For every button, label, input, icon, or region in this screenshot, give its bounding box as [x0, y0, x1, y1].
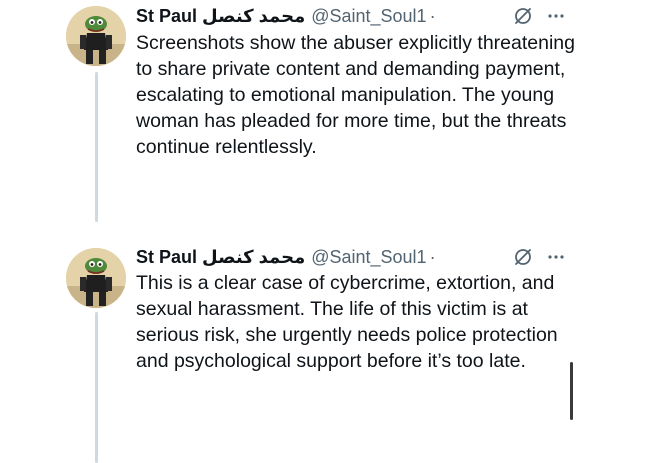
separator-dot: ·	[429, 247, 436, 267]
more-icon[interactable]	[546, 247, 566, 267]
no-sign-icon[interactable]	[512, 5, 534, 27]
display-name[interactable]: St Paul محمد كنصل	[136, 244, 305, 270]
handle[interactable]: @Saint_Soul1	[311, 3, 426, 29]
display-name[interactable]: St Paul محمد كنصل	[136, 3, 305, 29]
tweet-header: St Paul محمد كنصل @Saint_Soul1 ·	[136, 244, 436, 270]
more-icon[interactable]	[546, 6, 566, 26]
tweet[interactable]: St Paul محمد كنصل @Saint_Soul1 · Screens…	[0, 0, 663, 220]
avatar[interactable]	[66, 248, 126, 308]
handle[interactable]: @Saint_Soul1	[311, 244, 426, 270]
tweet[interactable]: St Paul محمد كنصل @Saint_Soul1 · This is…	[0, 240, 663, 463]
scrollbar-thumb[interactable]	[570, 362, 573, 420]
tweet-header: St Paul محمد كنصل @Saint_Soul1 ·	[136, 3, 436, 29]
no-sign-icon[interactable]	[512, 246, 534, 268]
avatar-image	[66, 248, 126, 308]
separator-dot: ·	[429, 6, 436, 26]
tweet-text: Screenshots show the abuser explicitly t…	[136, 32, 575, 158]
avatar-image	[66, 6, 126, 66]
avatar[interactable]	[66, 6, 126, 66]
tweet-text: This is a clear case of cybercrime, exto…	[136, 272, 558, 372]
